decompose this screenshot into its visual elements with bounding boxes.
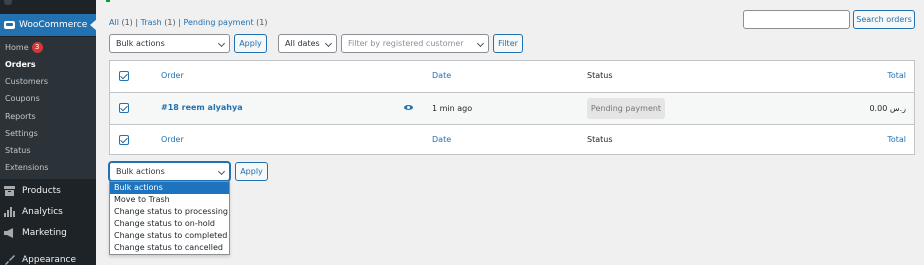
filter-separator: | (135, 18, 139, 27)
submenu-item-reports[interactable]: Reports (5, 112, 36, 121)
column-footer-order[interactable]: Order (161, 135, 184, 144)
search-orders-button[interactable]: Search orders (853, 10, 915, 29)
column-footer-status: Status (587, 135, 613, 144)
filter-separator: | (178, 18, 181, 27)
dropdown-option[interactable]: Bulk actions (110, 182, 229, 194)
filter-all-count: (1) (121, 18, 133, 27)
bar-chart-icon (4, 207, 15, 217)
customer-filter-select[interactable]: Filter by registered customer (341, 34, 489, 53)
filter-all-link[interactable]: All (1) (109, 18, 133, 27)
dropdown-option[interactable]: Change status to cancelled (110, 242, 229, 254)
submenu-item-extensions[interactable]: Extensions (5, 163, 48, 172)
submenu-item-settings[interactable]: Settings (5, 129, 38, 138)
orders-table: Order Date Status Total #18 reem alyahya… (109, 60, 915, 155)
column-header-date[interactable]: Date (432, 71, 451, 80)
eye-icon[interactable] (404, 105, 413, 110)
sidebar-item-label: WooCommerce (19, 20, 88, 30)
filter-all-label: All (109, 18, 119, 27)
sidebar-item-products[interactable]: Products (4, 186, 61, 196)
dropdown-option[interactable]: Change status to processing (110, 206, 229, 218)
row-checkbox[interactable] (119, 103, 129, 113)
submenu-item-coupons[interactable]: Coupons (5, 94, 40, 103)
filter-button[interactable]: Filter (493, 34, 523, 53)
chevron-down-icon (217, 167, 226, 176)
submenu-item-customers[interactable]: Customers (5, 77, 48, 86)
notification-badge: 3 (31, 42, 43, 53)
column-footer-date[interactable]: Date (432, 135, 451, 144)
select-value: Bulk actions (116, 39, 165, 48)
bulk-actions-select-top[interactable]: Bulk actions (109, 34, 230, 53)
chevron-down-icon (217, 39, 226, 48)
filter-pending-count: (1) (256, 18, 268, 27)
select-all-checkbox[interactable] (119, 71, 129, 81)
dropdown-option[interactable]: Change status to on-hold (110, 218, 229, 230)
submenu-item-status[interactable]: Status (5, 146, 31, 155)
paintbrush-icon (5, 255, 15, 265)
submenu-item-label: Home (5, 43, 29, 52)
order-total: 0.00 ر.س (869, 104, 906, 113)
dates-filter-select[interactable]: All dates (278, 34, 337, 53)
column-header-total[interactable]: Total (887, 71, 906, 80)
order-link[interactable]: #18 reem alyahya (161, 103, 243, 112)
main-content: All (1) | Trash (1) | Pending payment (1… (96, 0, 924, 265)
sidebar-item-appearance[interactable]: Appearance (4, 255, 76, 265)
admin-sidebar: WooCommerce Home 3 Orders Customers Coupo… (0, 0, 97, 265)
woocommerce-icon (4, 21, 15, 29)
select-placeholder: Filter by registered customer (348, 39, 464, 48)
column-footer-total[interactable]: Total (887, 135, 906, 144)
filter-trash-count: (1) (164, 18, 176, 27)
woocommerce-submenu: Home 3 Orders Customers Coupons Reports S… (0, 37, 96, 179)
filter-trash-link[interactable]: Trash (1) (141, 18, 176, 27)
dropdown-option[interactable]: Change status to completed (110, 230, 229, 242)
sidebar-item-label: Analytics (22, 207, 63, 217)
dropdown-option[interactable]: Move to Trash (110, 194, 229, 206)
dashboard-icon (4, 0, 12, 5)
archive-icon (4, 186, 15, 196)
table-row[interactable]: #18 reem alyahya 1 min ago Pending payme… (110, 92, 914, 125)
apply-button-bottom[interactable]: Apply (235, 162, 268, 181)
sidebar-item-label: Appearance (22, 255, 77, 265)
submenu-item-home[interactable]: Home 3 (5, 42, 43, 53)
sidebar-item-marketing[interactable]: Marketing (4, 228, 67, 238)
bulk-actions-dropdown-list: Bulk actions Move to Trash Change status… (109, 181, 230, 255)
column-header-status: Status (587, 71, 613, 80)
table-footer-row: Order Date Status Total (110, 125, 914, 155)
search-orders-input[interactable] (743, 10, 850, 29)
filter-pending-link[interactable]: Pending payment (1) (183, 18, 267, 27)
notice-edge (106, 0, 110, 2)
filter-trash-label: Trash (140, 18, 162, 27)
status-filter-links: All (1) | Trash (1) | Pending payment (1… (109, 18, 268, 27)
column-header-order[interactable]: Order (161, 71, 184, 80)
chevron-down-icon (324, 39, 333, 48)
sidebar-item-label: Products (22, 186, 61, 196)
sidebar-top-edge (0, 0, 96, 12)
bulk-actions-select-bottom[interactable]: Bulk actions (109, 162, 230, 181)
select-value: Bulk actions (116, 167, 165, 176)
sidebar-item-label: Marketing (22, 228, 67, 238)
submenu-item-orders[interactable]: Orders (5, 60, 36, 69)
select-all-checkbox-footer[interactable] (119, 135, 129, 145)
order-date: 1 min ago (432, 104, 473, 113)
filter-pending-label: Pending payment (183, 18, 254, 27)
chevron-down-icon (476, 39, 485, 48)
select-value: All dates (285, 39, 320, 48)
apply-button-top[interactable]: Apply (234, 34, 267, 53)
table-header-row: Order Date Status Total (110, 61, 914, 92)
sidebar-item-analytics[interactable]: Analytics (4, 207, 63, 217)
sidebar-item-woocommerce[interactable]: WooCommerce (0, 14, 97, 36)
status-badge: Pending payment (587, 98, 665, 119)
megaphone-icon (4, 228, 13, 238)
